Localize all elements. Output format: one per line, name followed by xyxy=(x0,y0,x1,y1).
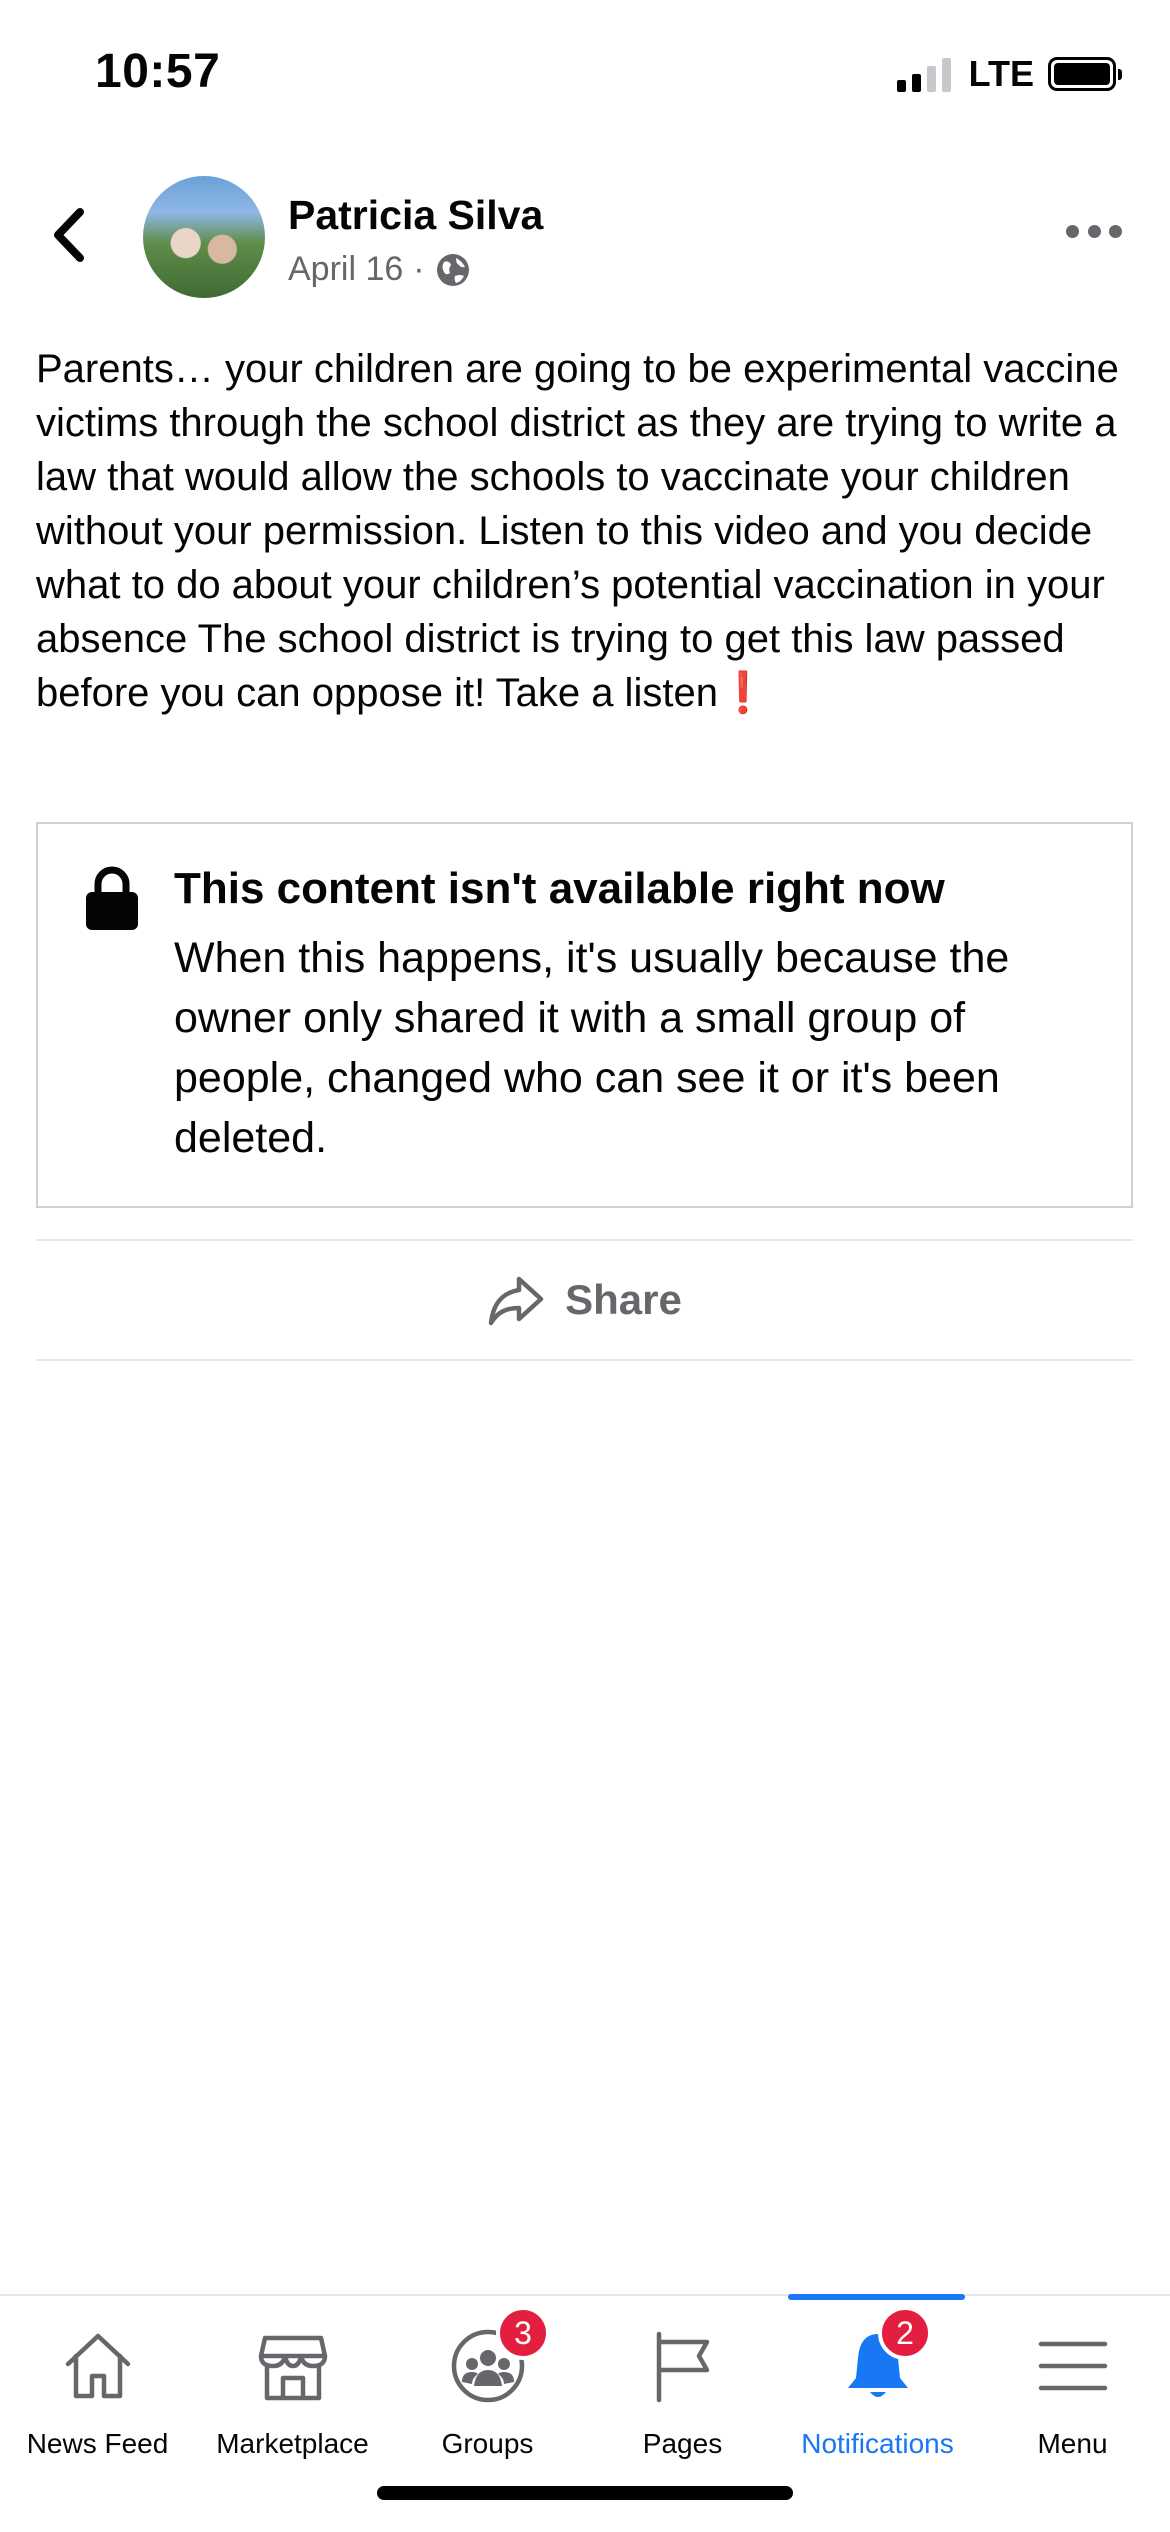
tab-menu[interactable]: Menu xyxy=(975,2296,1170,2466)
unavailable-description: When this happens, it's usually because … xyxy=(174,934,1010,1162)
home-indicator xyxy=(377,2486,793,2500)
notifications-badge: 2 xyxy=(878,2306,932,2360)
share-button[interactable]: Share xyxy=(36,1241,1133,1359)
network-label: LTE xyxy=(968,53,1034,94)
tab-label: Notifications xyxy=(801,2428,954,2459)
tab-news-feed[interactable]: News Feed xyxy=(0,2296,195,2466)
post-body: Parents… your children are going to be e… xyxy=(36,347,1119,715)
divider xyxy=(36,1359,1133,1361)
home-icon xyxy=(65,2333,130,2399)
status-time: 10:57 xyxy=(95,45,221,98)
tab-label: Pages xyxy=(642,2428,723,2459)
unavailable-title: This content isn't available right now xyxy=(174,864,945,913)
tab-notifications[interactable]: 2 Notifications xyxy=(780,2296,975,2466)
status-indicators: LTE xyxy=(896,52,1122,96)
menu-icon xyxy=(1038,2341,1107,2391)
tab-label: Marketplace xyxy=(216,2428,369,2459)
signal-icon xyxy=(896,56,951,92)
tab-label: Menu xyxy=(1037,2428,1108,2459)
globe-icon xyxy=(436,253,469,286)
meta-separator: · xyxy=(413,250,425,288)
tab-marketplace[interactable]: Marketplace xyxy=(195,2296,390,2466)
share-label: Share xyxy=(565,1276,682,1323)
avatar[interactable] xyxy=(143,176,265,298)
flag-icon xyxy=(656,2331,709,2403)
post-meta: April 16 · xyxy=(288,250,471,289)
groups-badge: 3 xyxy=(496,2306,550,2360)
marketplace-icon xyxy=(258,2335,327,2401)
share-icon xyxy=(488,1276,544,1326)
tab-label: Groups xyxy=(441,2428,534,2459)
unavailable-content-card: This content isn't available right now W… xyxy=(36,822,1133,1208)
tab-label: News Feed xyxy=(26,2428,169,2459)
post-date[interactable]: April 16 xyxy=(288,250,403,289)
tab-pages[interactable]: Pages xyxy=(585,2296,780,2466)
tab-groups[interactable]: 3 Groups xyxy=(390,2296,585,2466)
status-bar: 10:57 LTE xyxy=(0,0,1170,150)
exclamation-emoji: ❗ xyxy=(717,671,768,715)
battery-icon xyxy=(1048,57,1122,91)
post-screen: 10:57 LTE Patricia Silva April 16 · Pare… xyxy=(0,0,1170,2532)
back-arrow-icon[interactable] xyxy=(40,200,100,270)
post-text: Parents… your children are going to be e… xyxy=(36,342,1146,720)
lock-icon xyxy=(86,866,138,930)
more-options-icon[interactable] xyxy=(1066,225,1122,245)
author-name[interactable]: Patricia Silva xyxy=(288,192,543,239)
